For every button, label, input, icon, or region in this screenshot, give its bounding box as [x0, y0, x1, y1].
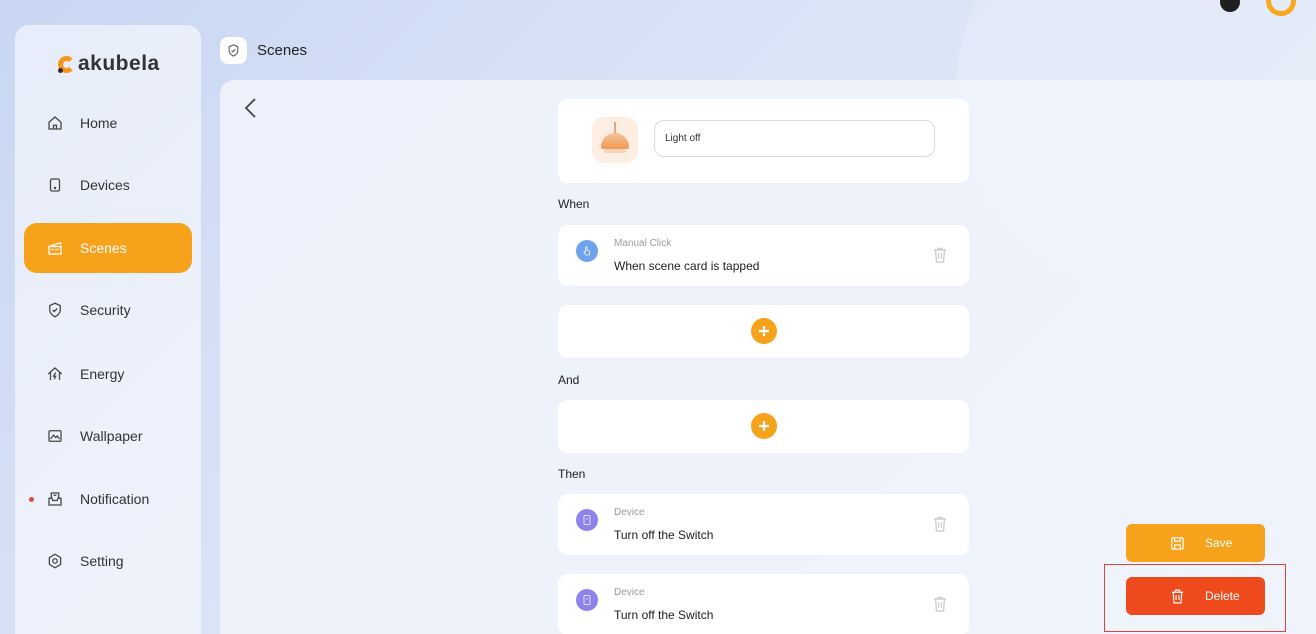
device-icon — [49, 178, 61, 192]
trash-icon — [934, 516, 946, 532]
plus-icon — [759, 421, 769, 431]
shield-icon — [49, 302, 61, 318]
sidebar-item-scenes[interactable]: Scenes — [24, 223, 192, 273]
add-when-card — [558, 305, 969, 358]
sidebar-item-label: Devices — [80, 177, 130, 193]
delete-highlight-box — [1104, 564, 1286, 632]
sidebar-item-security[interactable]: Security — [24, 285, 192, 335]
sidebar-item-energy[interactable]: Energy — [24, 349, 192, 399]
sidebar-item-label: Scenes — [80, 240, 127, 256]
save-icon — [1171, 536, 1184, 550]
sidebar-item-label: Setting — [80, 553, 124, 569]
add-when-button[interactable] — [751, 318, 777, 344]
sidebar-item-label: Wallpaper — [80, 428, 143, 444]
sidebar-item-home[interactable]: Home — [24, 98, 192, 148]
sidebar-item-label: Security — [80, 302, 131, 318]
item-type-label: Device — [614, 507, 645, 518]
save-button[interactable]: Save — [1126, 524, 1265, 562]
plus-icon — [759, 326, 769, 336]
item-type-label: Manual Click — [614, 238, 672, 249]
energy-icon — [47, 367, 63, 380]
add-and-button[interactable] — [751, 413, 777, 439]
item-type-label: Device — [614, 587, 645, 598]
then-label: Then — [558, 467, 586, 481]
scene-name-input[interactable] — [654, 120, 935, 157]
page-title: Scenes — [257, 42, 308, 59]
back-button[interactable] — [240, 96, 262, 120]
then-action-card[interactable]: Device Turn off the Switch — [558, 494, 969, 555]
wallpaper-icon — [48, 430, 62, 442]
item-description: When scene card is tapped — [614, 259, 760, 273]
then-action-card[interactable]: Device Turn off the Switch — [558, 574, 969, 634]
when-condition-card[interactable]: Manual Click When scene card is tapped — [558, 225, 969, 286]
and-label: And — [558, 373, 580, 387]
save-label: Save — [1205, 536, 1233, 550]
sidebar-item-devices[interactable]: Devices — [24, 160, 192, 210]
trash-icon — [934, 247, 946, 263]
sidebar-item-wallpaper[interactable]: Wallpaper — [24, 411, 192, 461]
item-description: Turn off the Switch — [614, 528, 714, 542]
lamp-icon[interactable] — [592, 117, 638, 163]
delete-condition-button[interactable] — [933, 247, 947, 263]
chevron-left-icon — [244, 98, 256, 118]
switch-device-icon — [576, 509, 598, 531]
sidebar-item-label: Energy — [80, 366, 125, 382]
header-icon-box — [220, 37, 247, 64]
notification-dot — [29, 497, 34, 502]
item-description: Turn off the Switch — [614, 608, 714, 622]
delete-action-button[interactable] — [933, 596, 947, 612]
logo-text: akubela — [78, 52, 160, 75]
page-header: Scenes — [220, 37, 307, 64]
trash-icon — [934, 596, 946, 612]
tap-icon — [576, 240, 598, 262]
sidebar-item-label: Home — [80, 115, 118, 131]
sidebar-item-notification[interactable]: Notification — [24, 474, 192, 524]
notification-icon — [48, 492, 62, 506]
gear-icon — [48, 553, 62, 569]
delete-action-button[interactable] — [933, 516, 947, 532]
app-logo: akubela — [58, 52, 160, 76]
add-and-card — [558, 400, 969, 453]
sidebar: akubela Home Devices Scenes Security Ene… — [15, 25, 201, 634]
scenes-icon — [48, 241, 62, 255]
scene-name-card — [558, 99, 969, 183]
sidebar-item-label: Notification — [80, 491, 150, 507]
when-label: When — [558, 197, 590, 211]
shield-icon — [228, 44, 239, 57]
switch-device-icon — [576, 589, 598, 611]
sidebar-item-setting[interactable]: Setting — [24, 536, 192, 586]
logo-mark-icon — [58, 55, 75, 73]
home-icon — [48, 116, 62, 130]
